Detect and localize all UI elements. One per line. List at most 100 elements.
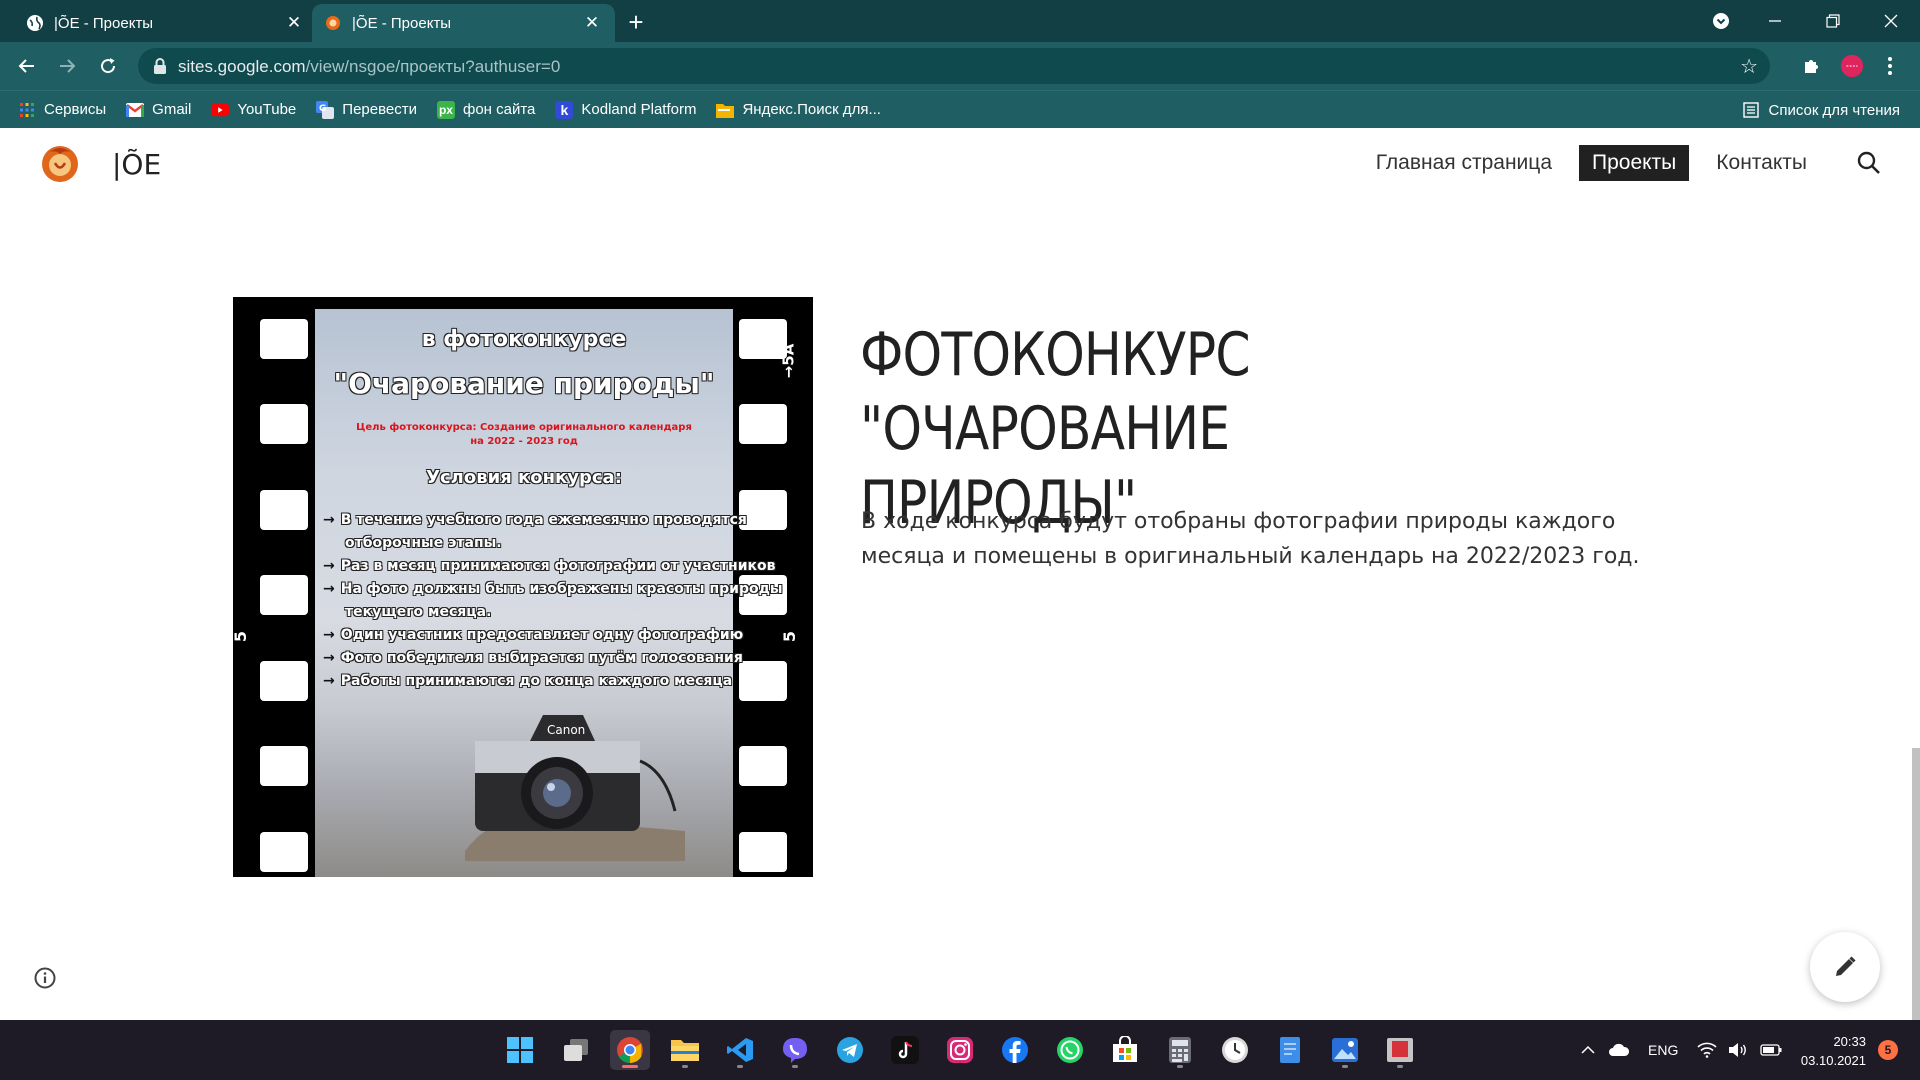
apps-grid-icon	[18, 101, 36, 119]
folder-icon	[716, 101, 735, 119]
nav-contacts[interactable]: Контакты	[1703, 145, 1820, 181]
edit-button[interactable]	[1810, 932, 1880, 1002]
bookmark-kodland[interactable]: k Kodland Platform	[555, 100, 697, 119]
clock-app-icon[interactable]	[1215, 1030, 1255, 1070]
wifi-icon[interactable]	[1697, 1020, 1717, 1080]
poster-condition: → В течение учебного года ежемесячно пров…	[323, 512, 747, 528]
bookmark-label: YouTube	[237, 101, 297, 118]
battery-icon[interactable]	[1760, 1020, 1782, 1080]
film-mark-top: →5A	[779, 343, 798, 379]
windows-taskbar: ENG 20:33 03.10.2021 5	[0, 1020, 1920, 1080]
new-tab-button[interactable]: +	[622, 7, 650, 37]
clock-time: 20:33	[1833, 1034, 1866, 1049]
site-nav: Главная страница Проекты Контакты	[1349, 145, 1820, 181]
notepad-icon[interactable]	[1270, 1030, 1310, 1070]
reading-list-button[interactable]: Список для чтения	[1743, 91, 1900, 129]
film-number-right: 5	[780, 630, 800, 643]
search-icon[interactable]	[1856, 150, 1884, 178]
close-tab-icon[interactable]: ✕	[283, 12, 305, 34]
nav-home[interactable]: Главная страница	[1363, 145, 1565, 181]
browser-tab-strip: |ÕE - Проекты ✕ |ÕE - Проекты ✕ +	[0, 0, 1920, 42]
restore-icon[interactable]	[1810, 0, 1856, 42]
chrome-icon[interactable]	[610, 1030, 650, 1070]
running-indicator	[1177, 1065, 1183, 1068]
poster-condition: → Фото победителя выбирается путём голосо…	[323, 650, 743, 666]
close-tab-icon[interactable]: ✕	[581, 12, 603, 34]
poster-photo: в фотоконкурсе "Очарование природы" Цель…	[315, 309, 783, 877]
system-clock[interactable]: 20:33 03.10.2021	[1801, 1032, 1866, 1070]
vscode-icon[interactable]	[720, 1030, 760, 1070]
bookmark-label: Перевести	[342, 101, 417, 118]
bookmark-label: Сервисы	[44, 101, 107, 118]
film-hole	[260, 746, 308, 786]
calculator-icon[interactable]	[1160, 1030, 1200, 1070]
nav-projects[interactable]: Проекты	[1579, 145, 1690, 181]
forward-button[interactable]	[53, 52, 81, 80]
windows-start-icon[interactable]	[500, 1030, 540, 1070]
show-hidden-icons[interactable]	[1580, 1020, 1596, 1080]
film-hole	[260, 319, 308, 359]
facebook-icon[interactable]	[995, 1030, 1035, 1070]
film-hole	[260, 490, 308, 530]
translate-icon: G	[316, 100, 335, 119]
poster-condition: отборочные этапы.	[345, 535, 502, 551]
bookmark-services[interactable]: Сервисы	[18, 101, 106, 119]
onedrive-cloud-icon[interactable]	[1608, 1020, 1630, 1080]
volume-icon[interactable]	[1728, 1020, 1748, 1080]
viber-icon[interactable]	[775, 1030, 815, 1070]
camera-brand: Canon	[547, 723, 585, 737]
language-indicator[interactable]: ENG	[1648, 1020, 1678, 1080]
task-view-icon[interactable]	[556, 1030, 596, 1070]
bookmark-youtube[interactable]: YouTube	[211, 101, 296, 119]
file-explorer-icon[interactable]	[665, 1030, 705, 1070]
site-name[interactable]: |ÕE	[112, 148, 161, 181]
microsoft-store-icon[interactable]	[1105, 1030, 1145, 1070]
browser-tab-1[interactable]: |ÕE - Проекты ✕	[14, 4, 317, 42]
reading-list-icon	[1743, 102, 1760, 118]
bookmarks-bar: Сервисы Gmail YouTube G Перевести px фон…	[0, 90, 1920, 128]
url-path: /view/nsgoe/проекты?authuser=0	[305, 57, 561, 76]
bookmark-gmail[interactable]: Gmail	[126, 101, 191, 119]
reload-button[interactable]	[94, 52, 122, 80]
address-bar[interactable]: sites.google.com/view/nsgoe/проекты?auth…	[138, 48, 1770, 84]
browser-tab-2[interactable]: |ÕE - Проекты ✕	[312, 4, 615, 42]
app-red-icon[interactable]	[1380, 1030, 1420, 1070]
extensions-puzzle-icon[interactable]	[1800, 54, 1824, 78]
tiktok-icon[interactable]	[885, 1030, 925, 1070]
film-hole	[739, 832, 787, 872]
poster-condition: → Раз в месяц принимаются фотографии от у…	[323, 558, 776, 574]
url-text[interactable]: sites.google.com/view/nsgoe/проекты?auth…	[178, 57, 560, 77]
bookmark-site-background[interactable]: px фон сайта	[436, 100, 536, 119]
bookmark-yandex-folder[interactable]: Яндекс.Поиск для...	[716, 101, 881, 119]
bookmark-star-icon[interactable]: ☆	[1740, 54, 1758, 79]
poster-condition: → Один участник предоставляет одну фотогр…	[323, 627, 744, 643]
profile-avatar[interactable]	[1840, 54, 1864, 78]
tab-title: |ÕE - Проекты	[54, 14, 154, 32]
telegram-icon[interactable]	[830, 1030, 870, 1070]
site-logo[interactable]	[38, 142, 82, 186]
bookmark-translate[interactable]: G Перевести	[316, 100, 417, 119]
info-icon[interactable]	[33, 966, 57, 990]
running-indicator	[682, 1065, 688, 1068]
whatsapp-icon[interactable]	[1050, 1030, 1090, 1070]
page-scrollbar[interactable]	[1912, 748, 1920, 1020]
tab-search-icon[interactable]	[1698, 0, 1744, 42]
film-hole	[260, 661, 308, 701]
close-window-icon[interactable]	[1868, 0, 1914, 42]
poster-condition: текущего месяца.	[345, 604, 492, 620]
tab-title: |ÕE - Проекты	[352, 14, 452, 32]
instagram-icon[interactable]	[940, 1030, 980, 1070]
back-button[interactable]	[13, 52, 41, 80]
bookmark-label: Kodland Platform	[581, 101, 697, 118]
browser-toolbar: sites.google.com/view/nsgoe/проекты?auth…	[0, 42, 1920, 90]
minimize-icon[interactable]	[1752, 0, 1798, 42]
photos-icon[interactable]	[1325, 1030, 1365, 1070]
site-header: |ÕE Главная страница Проекты Контакты	[0, 128, 1920, 200]
poster-condition: → Работы принимаются до конца каждого мес…	[323, 673, 733, 689]
bookmark-label: фон сайта	[462, 101, 536, 118]
running-indicator	[1342, 1065, 1348, 1068]
lock-icon[interactable]	[152, 57, 170, 75]
notification-badge[interactable]: 5	[1878, 1040, 1898, 1060]
gmail-icon	[126, 101, 145, 119]
more-menu-icon[interactable]	[1878, 54, 1902, 78]
